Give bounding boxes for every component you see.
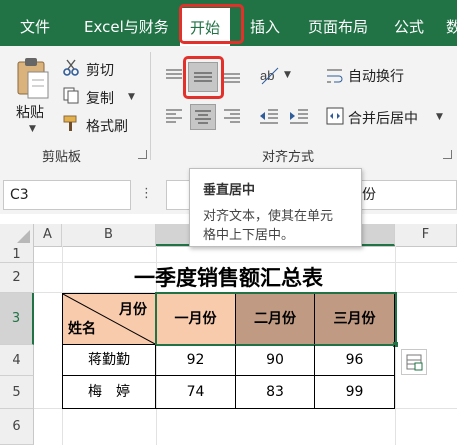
decrease-indent-icon[interactable] bbox=[258, 106, 280, 126]
corner-header-name: 姓名 bbox=[68, 321, 96, 337]
ribbon-separator bbox=[150, 52, 151, 160]
cut-button[interactable]: 剪切 bbox=[86, 60, 114, 80]
merge-center-button[interactable]: 合并后居中 bbox=[348, 108, 418, 128]
row-header-1[interactable]: 1 bbox=[0, 246, 34, 263]
table-cell[interactable]: 74 bbox=[156, 376, 236, 409]
tab-home-highlight bbox=[179, 4, 244, 44]
align-left-icon[interactable] bbox=[164, 106, 184, 126]
tab-formulas[interactable]: 公式 bbox=[394, 0, 424, 46]
table-cell[interactable]: 92 bbox=[156, 345, 236, 376]
row-header-3[interactable]: 3 bbox=[0, 293, 34, 345]
increase-indent-icon[interactable] bbox=[288, 106, 310, 126]
paste-icon bbox=[17, 58, 49, 99]
paste-button[interactable] bbox=[12, 56, 52, 100]
format-painter-icon bbox=[62, 114, 82, 132]
clipboard-dialog-launcher[interactable] bbox=[138, 150, 147, 159]
row-header-2[interactable]: 2 bbox=[0, 263, 34, 293]
align-center-icon bbox=[195, 110, 211, 124]
column-header-b[interactable]: B bbox=[62, 224, 156, 246]
merge-center-icon bbox=[326, 107, 344, 125]
name-box[interactable]: C3 bbox=[3, 180, 131, 210]
formula-bar-more-icon[interactable]: ⋮ bbox=[140, 186, 153, 201]
alignment-dialog-launcher[interactable] bbox=[443, 150, 452, 159]
wrap-text-icon bbox=[326, 66, 344, 86]
orientation-dropdown-icon[interactable]: ▼ bbox=[284, 70, 291, 80]
copy-dropdown-icon[interactable]: ▼ bbox=[128, 92, 135, 102]
tooltip-title: 垂直居中 bbox=[203, 183, 256, 198]
column-header-a[interactable]: A bbox=[34, 224, 62, 246]
select-all-corner[interactable] bbox=[0, 224, 34, 246]
row-header-4[interactable]: 4 bbox=[0, 345, 34, 376]
format-painter-button[interactable]: 格式刷 bbox=[86, 116, 128, 136]
tooltip-line-2: 格中上下居中。 bbox=[203, 228, 295, 243]
tab-excel-finance[interactable]: Excel与财务 bbox=[84, 0, 169, 46]
table-cell[interactable]: 90 bbox=[236, 345, 315, 376]
svg-text:ab: ab bbox=[260, 68, 274, 83]
align-center-button[interactable] bbox=[190, 104, 216, 130]
tooltip-line-1: 对齐文本，使其在单元 bbox=[203, 209, 334, 224]
scissors-icon bbox=[62, 58, 80, 76]
tooltip: 垂直居中 对齐文本，使其在单元 格中上下居中。 bbox=[189, 168, 362, 247]
table-cell[interactable]: 83 bbox=[236, 376, 315, 409]
clipboard-group-label: 剪贴板 bbox=[42, 150, 82, 165]
table-cell-name[interactable]: 梅 婷 bbox=[63, 376, 156, 409]
tab-file[interactable]: 文件 bbox=[20, 0, 50, 46]
row-header-6[interactable]: 6 bbox=[0, 409, 34, 445]
alignment-group-label: 对齐方式 bbox=[262, 150, 315, 165]
row-header-5[interactable]: 5 bbox=[0, 376, 34, 409]
table-cell-name[interactable]: 蒋勤勤 bbox=[63, 345, 156, 376]
formula-value: 份 bbox=[362, 187, 376, 203]
paste-dropdown-icon[interactable]: ▼ bbox=[29, 124, 36, 134]
quick-analysis-icon bbox=[406, 354, 423, 371]
orientation-icon[interactable]: ab bbox=[258, 64, 282, 86]
quick-analysis-button[interactable] bbox=[401, 349, 427, 375]
tab-page-layout[interactable]: 页面布局 bbox=[308, 0, 368, 46]
tab-insert[interactable]: 插入 bbox=[250, 0, 280, 46]
top-align-icon[interactable] bbox=[164, 64, 184, 88]
table-cell[interactable]: 99 bbox=[315, 376, 395, 409]
wrap-text-button[interactable]: 自动换行 bbox=[348, 66, 404, 86]
corner-header-month: 月份 bbox=[119, 302, 147, 318]
selection-outline bbox=[155, 292, 397, 346]
table-cell[interactable]: 96 bbox=[315, 345, 395, 376]
tab-data[interactable]: 数 bbox=[446, 0, 457, 46]
align-right-icon[interactable] bbox=[222, 106, 242, 126]
corner-header-cell[interactable]: 月份 姓名 bbox=[63, 294, 156, 345]
middle-align-highlight bbox=[183, 56, 224, 99]
copy-icon bbox=[62, 86, 80, 104]
copy-button[interactable]: 复制 bbox=[86, 88, 114, 108]
merge-center-dropdown-icon[interactable]: ▼ bbox=[436, 112, 443, 122]
sheet-title[interactable]: 一季度销售额汇总表 bbox=[62, 263, 395, 293]
column-header-f[interactable]: F bbox=[395, 224, 457, 246]
bottom-align-icon[interactable] bbox=[222, 64, 242, 88]
paste-label[interactable]: 粘贴 bbox=[16, 102, 44, 122]
